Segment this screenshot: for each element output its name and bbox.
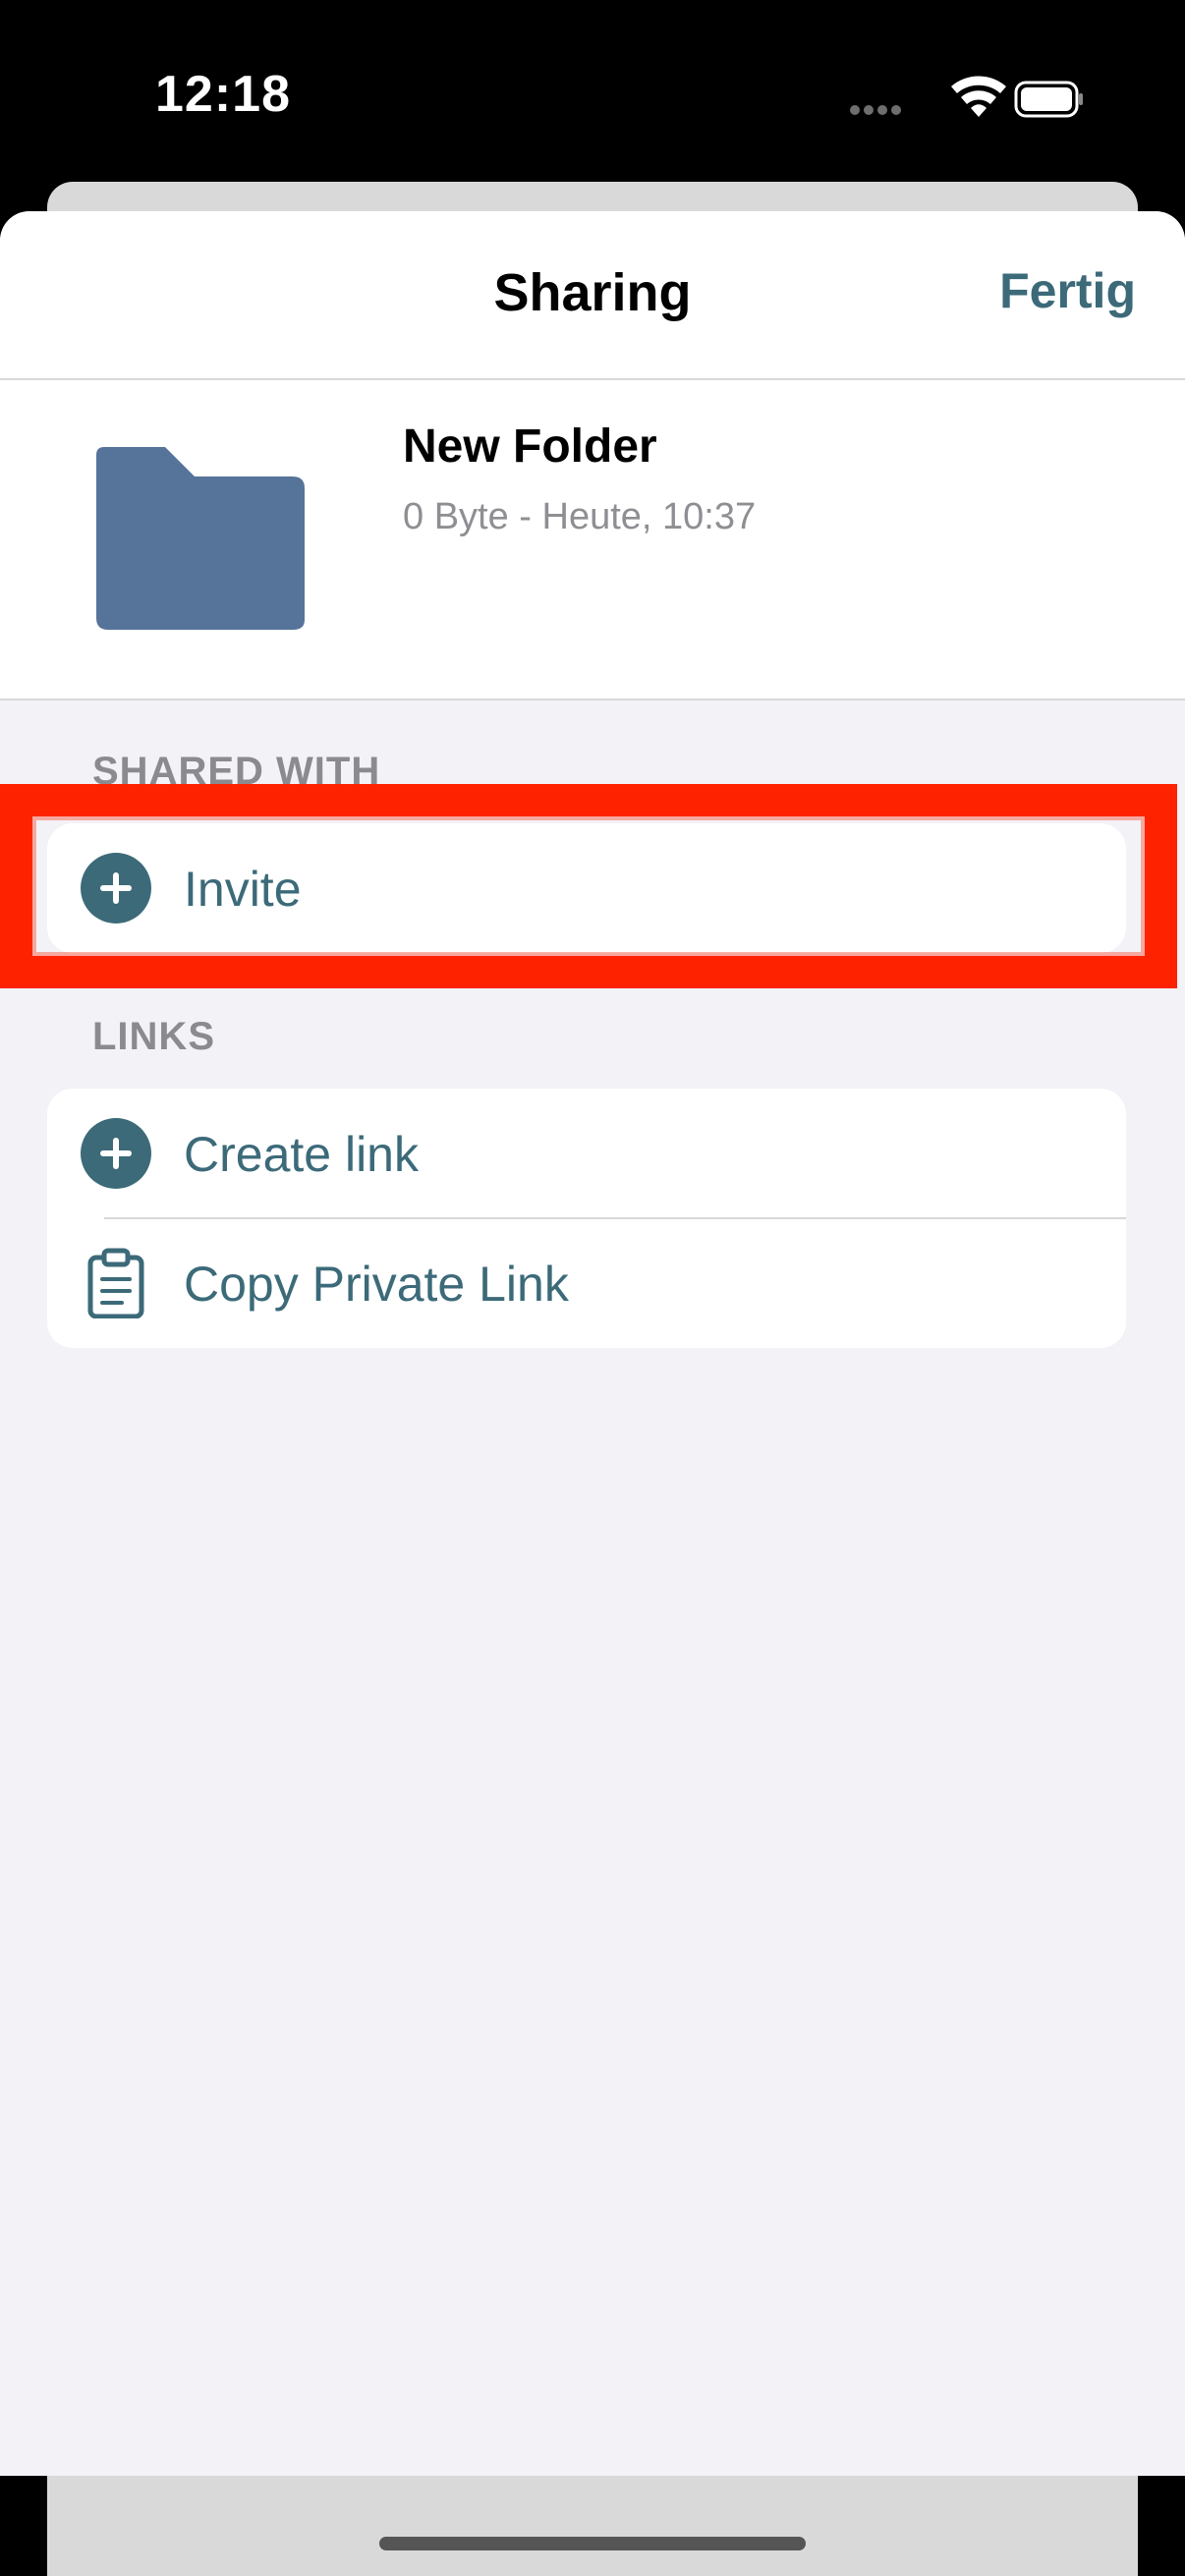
sharing-sheet: Sharing Fertig New Folder 0 Byte - Heute… <box>0 211 1185 2476</box>
create-link-row[interactable]: Create link <box>47 1089 1126 1218</box>
highlight-box <box>0 784 1177 988</box>
create-link-label: Create link <box>184 1127 419 1182</box>
done-button[interactable]: Fertig <box>999 262 1136 319</box>
home-indicator <box>379 2537 806 2550</box>
highlight-inner-border <box>32 816 1145 956</box>
item-meta: 0 Byte - Heute, 10:37 <box>403 496 757 537</box>
folder-icon <box>96 447 305 630</box>
copy-private-link-row[interactable]: Copy Private Link <box>47 1218 1126 1348</box>
status-time: 12:18 <box>155 66 291 123</box>
status-icons <box>847 69 1083 128</box>
links-card: Create link Copy Private Link <box>47 1089 1126 1348</box>
bottom-sheet-edge <box>47 2476 1138 2576</box>
navigation-bar: Sharing Fertig <box>0 211 1185 380</box>
status-bar: 12:18 <box>0 0 1185 182</box>
clipboard-icon <box>87 1248 144 1318</box>
wifi-icon <box>951 76 1006 117</box>
item-name: New Folder <box>403 420 657 473</box>
section-header-links: LINKS <box>92 1015 215 1058</box>
cellular-signal-icon <box>850 105 901 115</box>
status-icons-graphic <box>850 76 1083 118</box>
plus-circle-icon <box>81 1118 151 1189</box>
battery-icon <box>1014 81 1083 118</box>
copy-private-link-label: Copy Private Link <box>184 1257 569 1312</box>
